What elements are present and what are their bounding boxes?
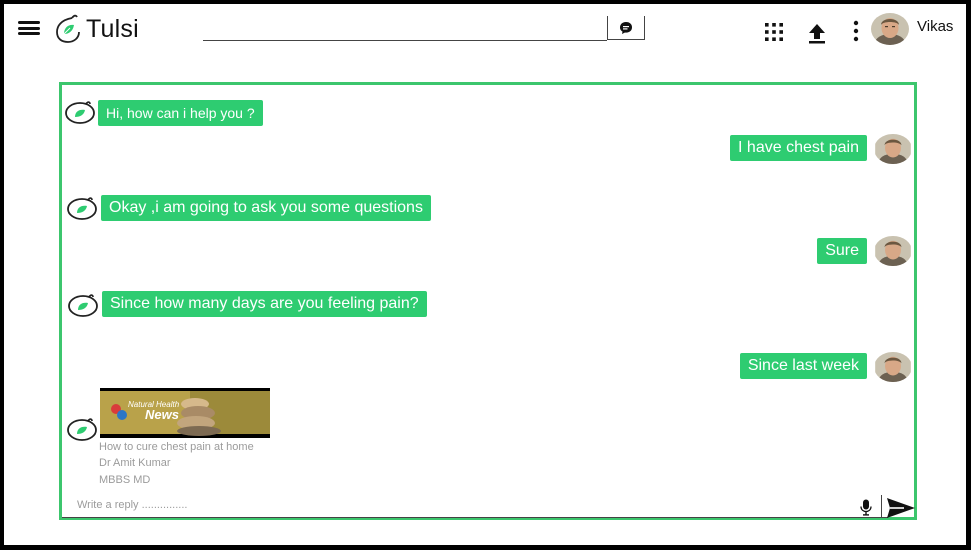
- user-message: Since last week: [739, 353, 867, 379]
- apps-grid-icon[interactable]: [764, 22, 784, 42]
- send-icon[interactable]: [886, 497, 916, 519]
- bot-message: Since how many days are you feeling pain…: [102, 291, 427, 317]
- chat-bubble-icon: [620, 21, 632, 34]
- video-caption-title: How to cure chest pain at home: [99, 441, 254, 453]
- bot-avatar-icon: [68, 294, 98, 317]
- bot-avatar-icon: [67, 418, 97, 441]
- user-avatar[interactable]: [871, 13, 909, 45]
- video-thumb-news: News: [145, 407, 179, 422]
- app-window: Tulsi Vikas Hi, how can i help you ? I h…: [4, 4, 966, 545]
- bot-avatar-icon: [67, 197, 97, 220]
- video-caption-author: Dr Amit Kumar: [99, 457, 171, 469]
- microphone-icon[interactable]: [860, 499, 872, 516]
- send-separator: [881, 495, 882, 517]
- reply-input-underline: [62, 517, 888, 518]
- hamburger-menu-icon[interactable]: [18, 21, 40, 35]
- video-caption-degree: MBBS MD: [99, 474, 151, 486]
- bot-avatar-icon: [65, 101, 95, 124]
- brand-name: Tulsi: [86, 15, 139, 43]
- bot-message: Hi, how can i help you ?: [98, 100, 263, 126]
- chat-button[interactable]: [607, 16, 645, 40]
- video-thumbnail[interactable]: Natural Health News: [100, 388, 270, 438]
- user-name: Vikas: [917, 18, 954, 35]
- user-message-avatar: [875, 236, 911, 266]
- bot-message: Okay ,i am going to ask you some questio…: [101, 195, 431, 221]
- reply-input[interactable]: Write a reply ...............: [77, 499, 187, 511]
- upload-icon[interactable]: [807, 22, 827, 44]
- more-options-icon[interactable]: [852, 20, 860, 42]
- user-message: Sure: [817, 238, 867, 264]
- tulsi-logo-icon: [56, 14, 80, 43]
- user-message: I have chest pain: [730, 135, 867, 161]
- search-input[interactable]: [203, 16, 607, 41]
- user-message-avatar: [875, 352, 911, 382]
- user-message-avatar: [875, 134, 911, 164]
